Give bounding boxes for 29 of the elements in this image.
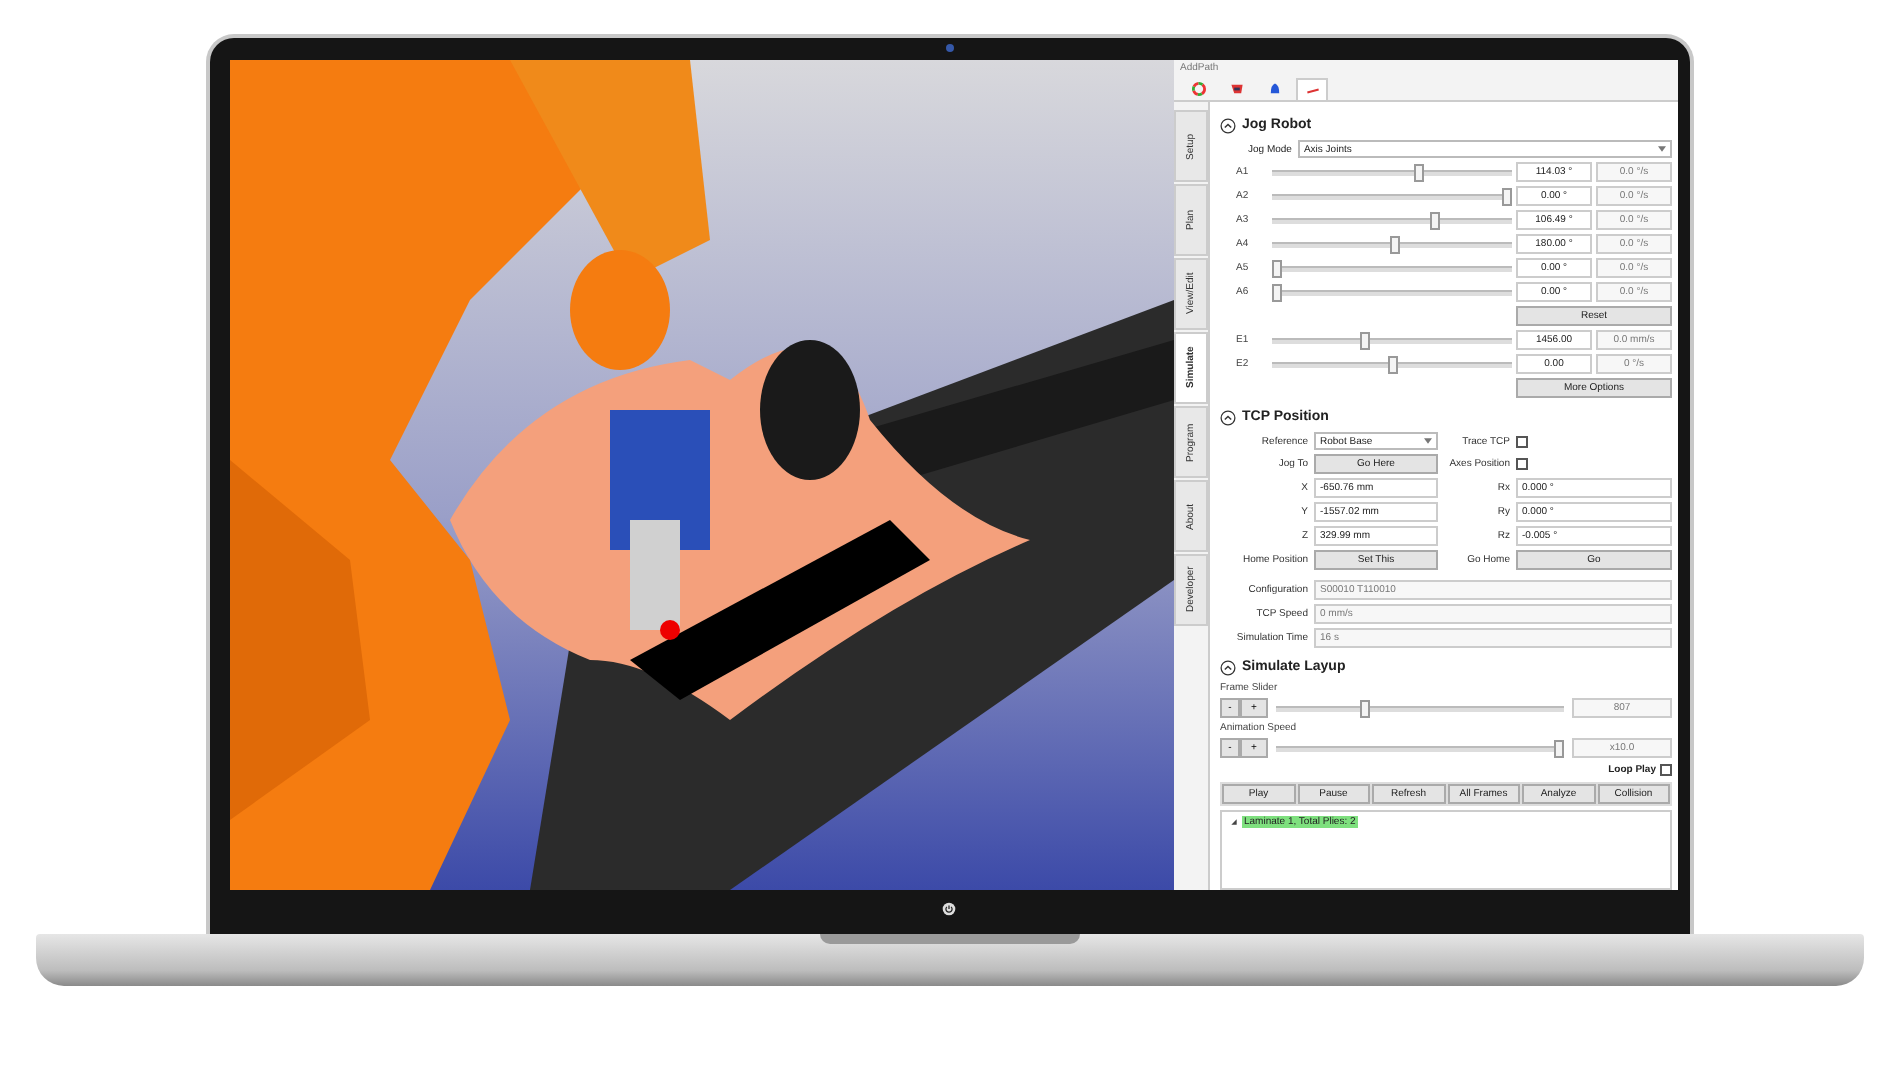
loop-play-checkbox[interactable] [1660, 764, 1672, 776]
slider-thumb[interactable] [1389, 235, 1400, 253]
trace-tcp-checkbox[interactable] [1516, 435, 1528, 447]
bell-icon [1267, 82, 1281, 96]
expand-icon[interactable] [1230, 818, 1238, 826]
collapse-icon[interactable] [1220, 659, 1236, 675]
slider-thumb[interactable] [1502, 187, 1512, 205]
slider-thumb[interactable] [1387, 355, 1397, 373]
robot-icon [1229, 82, 1243, 96]
collapse-icon[interactable] [1220, 117, 1236, 133]
slider-thumb[interactable] [1272, 283, 1282, 301]
slider-thumb[interactable] [1430, 211, 1441, 229]
slider-thumb[interactable] [1554, 739, 1564, 757]
axis-slider[interactable] [1272, 163, 1512, 181]
camera-icon [946, 44, 954, 52]
slider-thumb[interactable] [1414, 163, 1425, 181]
slider-thumb[interactable] [1359, 331, 1370, 349]
axis-slider[interactable] [1272, 259, 1512, 277]
toolbar-tab[interactable] [1296, 78, 1328, 100]
path-icon [1305, 83, 1319, 97]
axes-position-checkbox[interactable] [1516, 458, 1528, 470]
color-wheel-icon [1191, 82, 1205, 96]
slider-thumb[interactable] [1359, 699, 1370, 717]
slider-thumb[interactable] [1272, 259, 1282, 277]
axis-slider[interactable] [1272, 283, 1512, 301]
collapse-icon[interactable] [1220, 409, 1236, 425]
caret-icon [1658, 146, 1666, 152]
caret-icon [1424, 438, 1432, 444]
power-icon [942, 902, 956, 916]
